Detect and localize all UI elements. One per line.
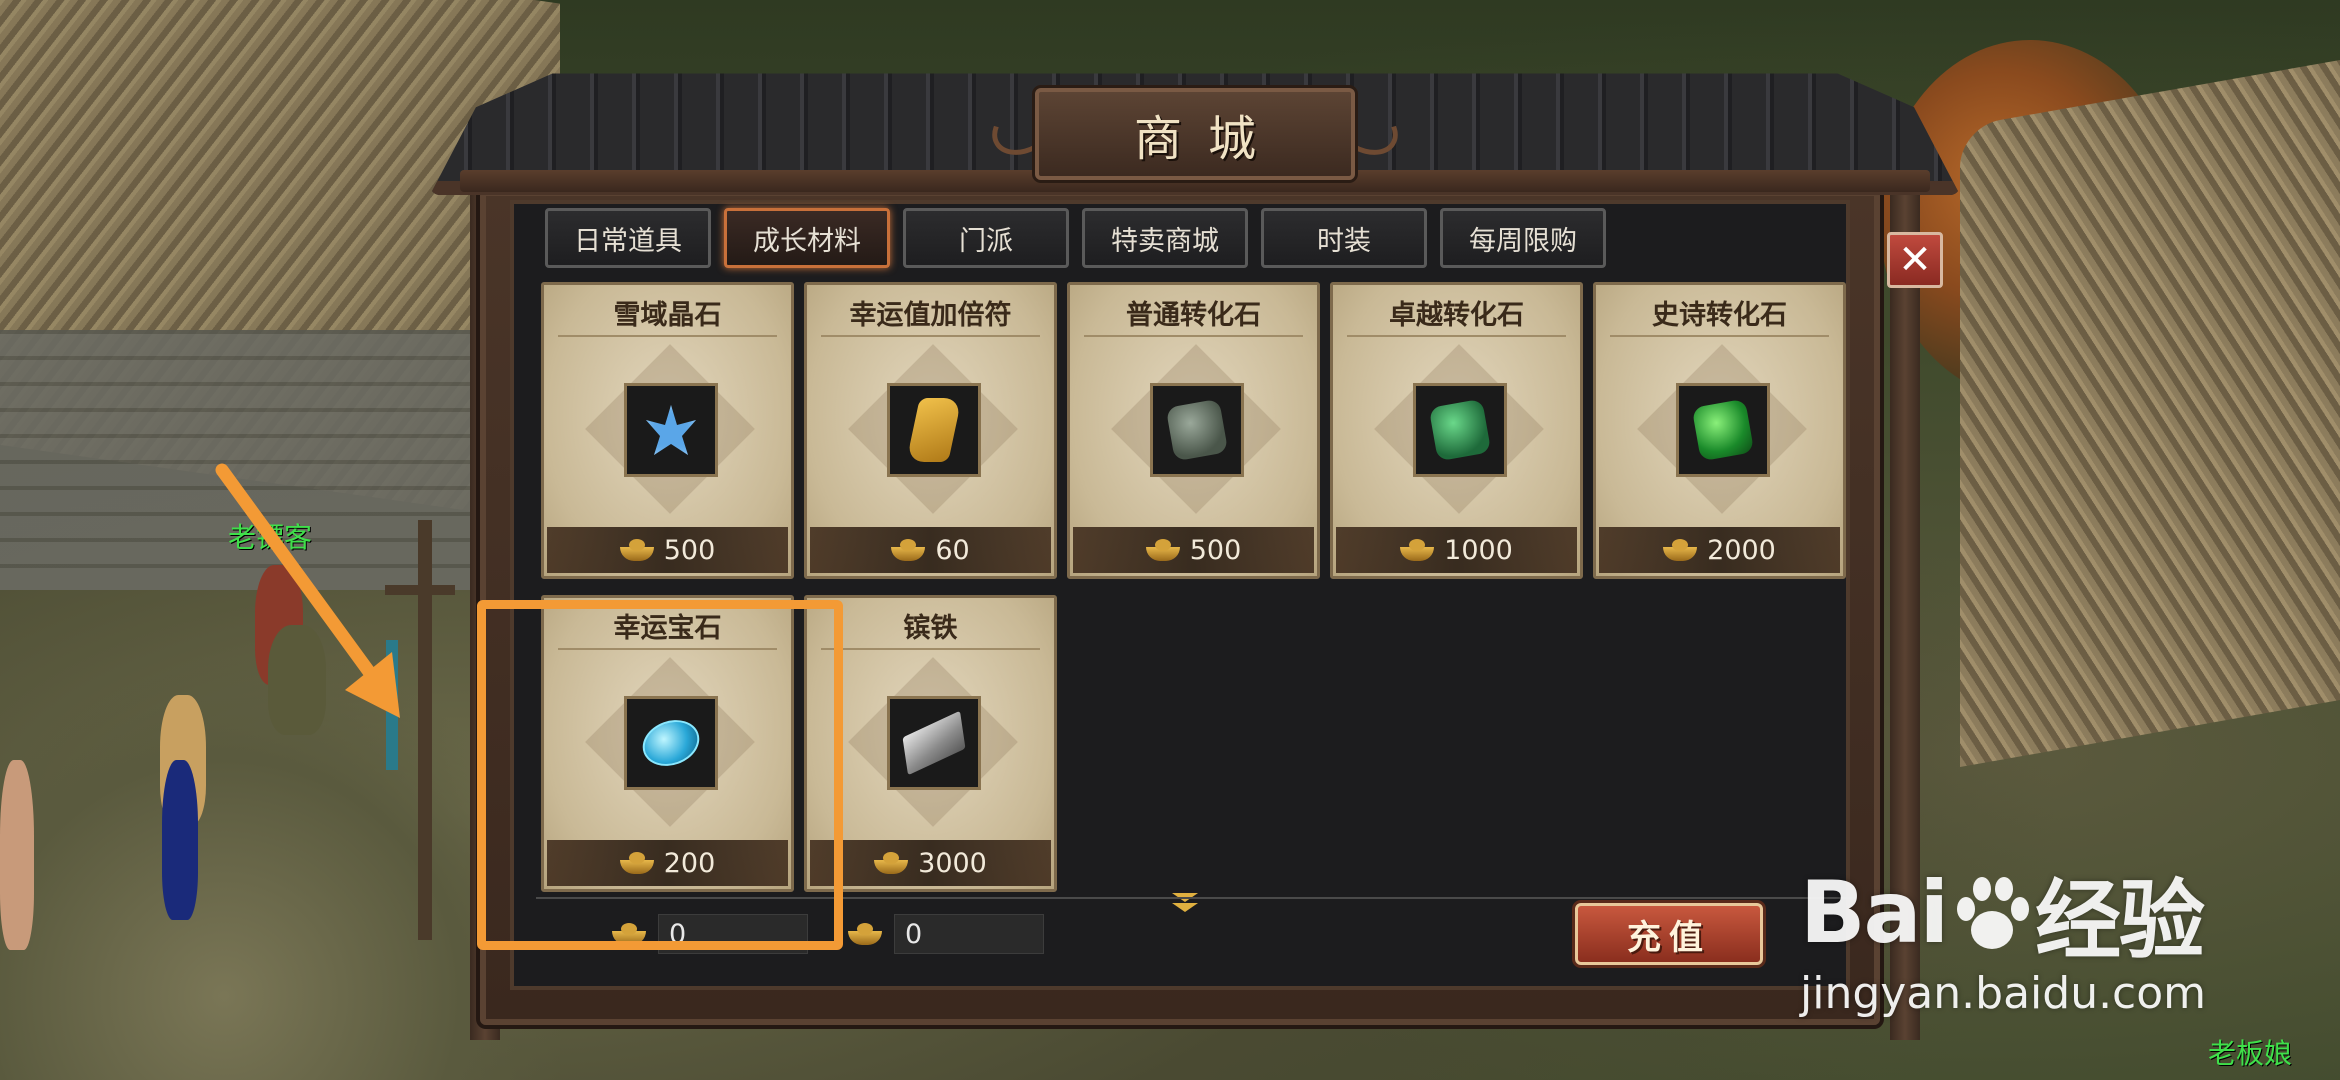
currency-gold: 0 [612,912,808,956]
tab-daily-items[interactable]: 日常道具 [545,208,711,268]
gold-ingot-icon [1663,539,1698,561]
npc-name-label[interactable]: 老板娘 [2208,1032,2292,1072]
item-card-luck-doubler[interactable]: 幸运值加倍符 60 [804,282,1057,579]
item-price: 3000 [918,847,987,879]
gem-icon [636,712,706,774]
item-name: 幸运宝石 [613,613,722,644]
item-name: 幸运值加倍符 [849,300,1012,331]
tab-weekly-limited[interactable]: 每周限购 [1440,208,1606,268]
item-icon-frame [1150,383,1244,477]
item-icon-frame [624,383,718,477]
price-bar: 3000 [810,840,1051,886]
gold-ingot-icon [891,539,926,561]
bottom-divider [536,897,1856,899]
divider [558,648,777,650]
tab-special-sale[interactable]: 特卖商城 [1082,208,1248,268]
watermark-text-left: Bai [1800,862,1949,963]
item-card-excellent-transform-stone[interactable]: 卓越转化石 1000 [1330,282,1583,579]
item-card-normal-transform-stone[interactable]: 普通转化石 500 [1067,282,1320,579]
gold-ingot-icon [619,539,654,561]
stone-icon [1691,398,1755,462]
tab-label: 成长材料 [753,225,861,257]
item-icon-frame [1676,383,1770,477]
item-name: 卓越转化石 [1389,300,1524,331]
item-card-snow-crystal[interactable]: 雪域晶石 500 [541,282,794,579]
item-icon-frame [887,696,981,790]
price-bar: 60 [810,527,1051,573]
tab-label: 特卖商城 [1111,225,1219,257]
baidu-watermark-logo: Bai 经验 [1800,850,2205,975]
shop-title: 商城 [1133,111,1282,167]
iron-icon [902,710,966,776]
divider [1084,335,1303,337]
item-card-epic-transform-stone[interactable]: 史诗转化石 2000 [1593,282,1846,579]
bound-ingot-icon [848,923,882,945]
item-price: 500 [663,534,716,566]
item-name: 镔铁 [903,613,958,644]
item-name: 史诗转化石 [1652,300,1787,331]
shop-title-plaque: 商城 [1035,88,1355,180]
stone-icon [1428,398,1492,462]
divider [821,335,1040,337]
price-bar: 200 [547,840,788,886]
item-price: 2000 [1707,534,1776,566]
gold-balance: 0 [658,914,808,954]
item-price: 500 [1189,534,1242,566]
scroll-down-icon[interactable] [1172,893,1198,913]
item-card-fine-iron[interactable]: 镔铁 3000 [804,595,1057,892]
item-price: 1000 [1444,534,1513,566]
watermark-url: jingyan.baidu.com [1800,968,2207,1019]
price-bar: 500 [1073,527,1314,573]
tab-label: 门派 [959,225,1013,257]
gold-ingot-icon [619,852,654,874]
item-name: 普通转化石 [1126,300,1261,331]
bound-gold-balance: 0 [894,914,1044,954]
crystal-icon [646,405,696,455]
price-bar: 500 [547,527,788,573]
stone-icon [1165,398,1229,462]
gold-ingot-icon [612,923,646,945]
recharge-label: 充值 [1627,917,1711,958]
item-icon-frame [887,383,981,477]
tab-label: 时装 [1317,225,1371,257]
gold-ingot-icon [1400,539,1435,561]
category-tabs: 日常道具 成长材料 门派 特卖商城 时装 每周限购 [545,208,1606,268]
gold-ingot-icon [1145,539,1180,561]
item-name: 雪域晶石 [613,300,722,331]
divider [1347,335,1566,337]
currency-bound-gold: 0 [848,912,1044,956]
item-icon-frame [1413,383,1507,477]
divider [1610,335,1829,337]
divider [821,648,1040,650]
close-button[interactable]: ✕ [1887,232,1943,288]
paw-icon [1953,875,2030,951]
divider [558,335,777,337]
scroll-icon [906,398,962,462]
tab-label: 日常道具 [574,225,682,257]
item-price: 200 [663,847,716,879]
gold-ingot-icon [874,852,909,874]
item-price: 60 [935,534,970,566]
price-bar: 1000 [1336,527,1577,573]
price-bar: 2000 [1599,527,1840,573]
tab-sect[interactable]: 门派 [903,208,1069,268]
item-icon-frame [624,696,718,790]
watermark-text-right: 经验 [2035,871,2205,971]
item-card-lucky-gem[interactable]: 幸运宝石 200 [541,595,794,892]
tab-fashion[interactable]: 时装 [1261,208,1427,268]
recharge-button[interactable]: 充值 [1575,903,1763,965]
tab-label: 每周限购 [1469,225,1577,257]
tab-growth-materials[interactable]: 成长材料 [724,208,890,268]
close-icon: ✕ [1898,237,1932,283]
